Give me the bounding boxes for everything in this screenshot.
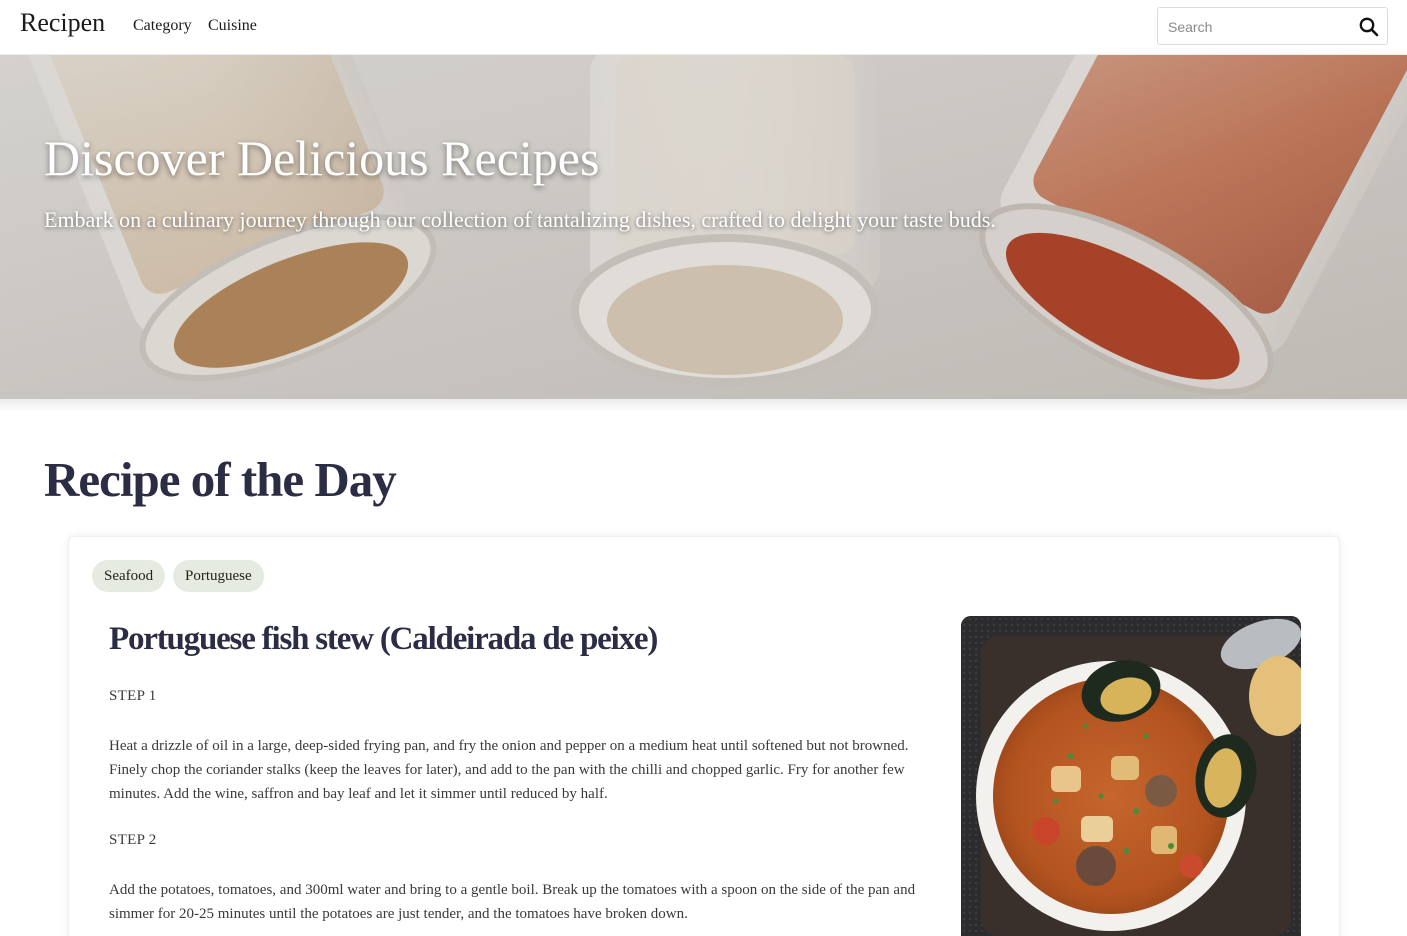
step-1-text: Heat a drizzle of oil in a large, deep-s… xyxy=(109,738,909,802)
hero-banner: Discover Delicious Recipes Embark on a c… xyxy=(0,55,1407,399)
search-button[interactable] xyxy=(1357,15,1381,39)
tag-seafood[interactable]: Seafood xyxy=(92,560,166,592)
brand-logo[interactable]: Recipen xyxy=(20,8,105,38)
step-2-text: Add the potatoes, tomatoes, and 300ml wa… xyxy=(109,882,916,922)
section-title: Recipe of the Day xyxy=(44,452,397,507)
hero-title: Discover Delicious Recipes xyxy=(44,130,600,186)
nav-link-category[interactable]: Category xyxy=(133,17,192,35)
recipe-card: Seafood Portuguese Portuguese fish stew … xyxy=(68,536,1340,936)
nav-link-cuisine[interactable]: Cuisine xyxy=(208,17,257,35)
recipe-image[interactable] xyxy=(961,616,1301,936)
search-icon xyxy=(1359,17,1379,37)
search-input[interactable] xyxy=(1168,16,1353,38)
hero-divider-shadow xyxy=(0,399,1407,413)
recipe-title[interactable]: Portuguese fish stew (Caldeirada de peix… xyxy=(109,621,658,658)
tag-portuguese[interactable]: Portuguese xyxy=(173,560,264,592)
navbar: Recipen Category Cuisine xyxy=(0,0,1407,55)
search-box xyxy=(1157,7,1388,45)
fish-stew-photo xyxy=(961,616,1301,936)
step-1-label: STEP 1 xyxy=(109,688,157,704)
hero-subtitle: Embark on a culinary journey through our… xyxy=(44,207,996,232)
step-2-label: STEP 2 xyxy=(109,832,157,848)
